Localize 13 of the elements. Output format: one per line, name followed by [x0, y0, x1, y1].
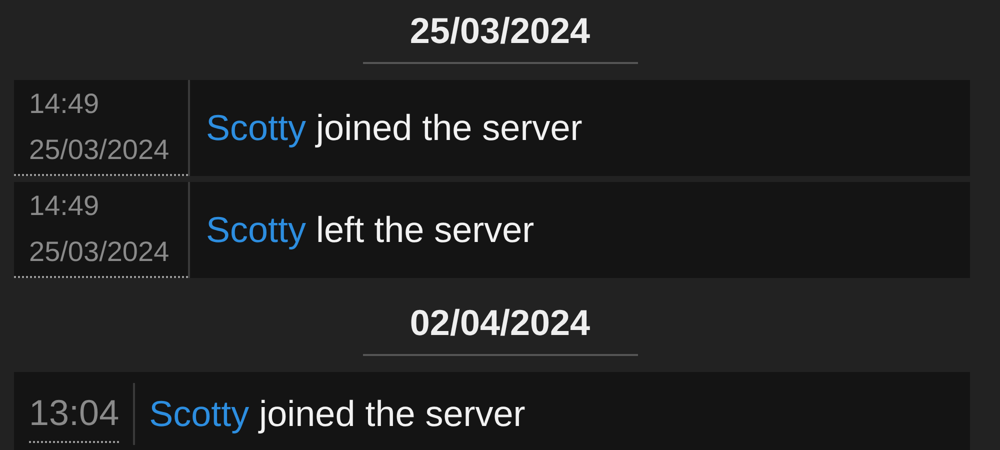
date-heading: 02/04/2024 [362, 300, 638, 356]
username-link[interactable]: Scotty [206, 107, 306, 148]
username-link[interactable]: Scotty [149, 393, 250, 434]
date-heading: 25/03/2024 [362, 8, 638, 64]
event-message: Scotty left the server [206, 209, 534, 251]
event-message: Scotty joined the server [149, 393, 526, 435]
message-time: 14:49 [29, 189, 100, 223]
message-date: 25/03/2024 [29, 235, 170, 269]
message-time: 14:49 [29, 87, 100, 121]
event-message: Scotty joined the server [206, 107, 582, 149]
message-time: 13:04 [29, 385, 120, 443]
message-date: 25/03/2024 [29, 133, 170, 167]
username-link[interactable]: Scotty [206, 209, 306, 250]
